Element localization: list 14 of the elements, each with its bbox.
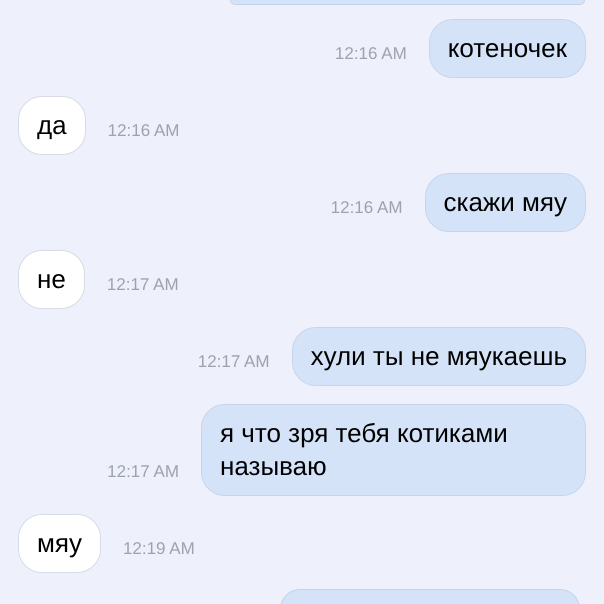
message-bubble: котеночек bbox=[428, 19, 586, 78]
message-time: 12:19 AM bbox=[122, 538, 195, 560]
message-bubble: я что зря тебя котиками называю bbox=[201, 404, 586, 496]
message-time: 12:16 AM bbox=[334, 42, 407, 64]
message-bubble: скажи мяу bbox=[424, 173, 586, 232]
message-time: 12:16 AM bbox=[108, 120, 180, 142]
message-time: 12:17 AM bbox=[106, 274, 179, 296]
message-time: 12:17 AM bbox=[198, 350, 270, 372]
message-time: 12:16 AM bbox=[330, 196, 402, 218]
message-bubble: да bbox=[18, 96, 86, 155]
message-bubble: не bbox=[18, 250, 85, 309]
message-bubble: хули ты не мяукаешь bbox=[292, 327, 586, 386]
message-bubble: мяу bbox=[18, 514, 101, 573]
message-time: 12:17 AM bbox=[107, 460, 179, 482]
